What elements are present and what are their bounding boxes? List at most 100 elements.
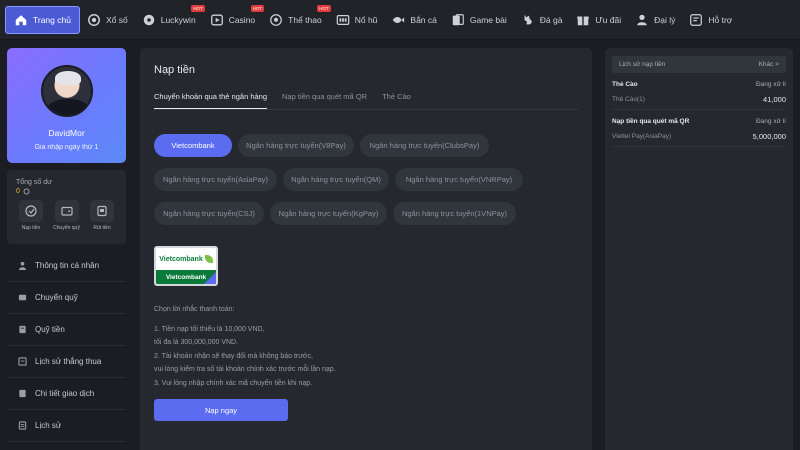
- nav-label: Đá gà: [539, 14, 563, 25]
- nav-item-sports[interactable]: Thể thao HOT: [262, 0, 331, 40]
- bank-option-1vnpay[interactable]: Ngân hàng trực tuyến(1VNPay): [393, 202, 516, 225]
- deposit-history-panel: Lịch sử nạp tiền Khác > Thẻ Cào Đang xử l…: [605, 48, 793, 450]
- bank-option-asiapay[interactable]: Ngân hàng trực tuyến(AsiaPay): [154, 168, 277, 191]
- bank-option-v8pay[interactable]: Ngân hàng trực tuyến(V8Pay): [238, 134, 354, 157]
- wallet-icon: [18, 294, 27, 301]
- tab-bank-transfer[interactable]: Chuyển khoản qua thẻ ngân hàng: [154, 90, 268, 109]
- lottery-icon: [88, 13, 100, 26]
- username: DavidMor: [48, 128, 85, 138]
- deposit-label: Nạp tiền: [21, 225, 41, 231]
- nav-item-fishing[interactable]: Bắn cá: [384, 0, 443, 40]
- fund-icon: [19, 325, 26, 334]
- history-detail: Thẻ Cào(1): [612, 96, 645, 103]
- nav-label: Trang chủ: [33, 14, 71, 25]
- menu-label: Quỹ tiền: [35, 325, 65, 334]
- nav-item-agent[interactable]: Đại lý: [628, 0, 682, 40]
- history-more-link[interactable]: Khác >: [759, 61, 779, 68]
- history-amount: 41,000: [763, 95, 786, 104]
- nav-label: Ưu đãi: [595, 14, 622, 25]
- payment-notes: Chọn lời nhắc thanh toán: 1. Tiền nạp tố…: [154, 303, 336, 390]
- history-entry[interactable]: Nạp tiền qua quét mã QR Đang xử lí Viette…: [612, 114, 786, 147]
- page-title: Nạp tiền: [154, 64, 195, 76]
- withdraw-label: Rút tiền: [93, 225, 111, 231]
- selected-check-icon: [204, 272, 216, 284]
- nav-label: Game bài: [469, 14, 507, 25]
- history-entry[interactable]: Thẻ Cào Đang xử lí Thẻ Cào(1) 41,000: [612, 77, 786, 110]
- top-navigation: Trang chủ Xổ số Luckywin HOT Casino HOT …: [0, 0, 800, 40]
- vietcombank-logo: Vietcombank: [156, 248, 216, 270]
- nav-item-luckywin[interactable]: Luckywin HOT: [135, 0, 205, 40]
- nav-label: Đại lý: [654, 14, 676, 25]
- note-line: 1. Tiền nạp tối thiểu là 10,000 VND,: [154, 325, 265, 333]
- support-icon: [690, 13, 703, 26]
- history-detail: Viettel Pay(AsiaPay): [612, 133, 672, 140]
- transfer-label: Chuyển quỹ: [53, 225, 80, 231]
- menu-item-profile[interactable]: Thông tin cá nhân: [7, 250, 126, 282]
- menu-item-transactions[interactable]: Chi tiết giao dịch: [7, 378, 126, 410]
- nav-item-casino[interactable]: Casino HOT: [203, 0, 265, 40]
- bank-option-qm[interactable]: Ngân hàng trực tuyến(QM): [283, 168, 389, 191]
- menu-item-history[interactable]: Lịch sử: [7, 410, 126, 442]
- balance-amount: 0: [16, 188, 20, 195]
- withdraw-action[interactable]: Rút tiền: [87, 200, 117, 231]
- balance-panel: Tổng số dư 0 Nạp tiền Chuyển quỹ Rút tiề…: [7, 170, 126, 244]
- bank-option-kgpay[interactable]: Ngân hàng trực tuyến(KgPay): [270, 202, 387, 225]
- bank-option-clubspay[interactable]: Ngân hàng trực tuyến(ClubsPay): [360, 134, 489, 157]
- account-menu: Thông tin cá nhân Chuyển quỹ Quỹ tiền Lị…: [7, 250, 126, 442]
- avatar[interactable]: [40, 65, 93, 117]
- home-icon: [15, 14, 27, 25]
- nav-item-cockfight[interactable]: Đá gà: [514, 0, 570, 40]
- deposit-panel: Nạp tiền Chuyển khoản qua thẻ ngân hàng …: [140, 48, 592, 450]
- nav-item-lottery[interactable]: Xổ số: [80, 0, 135, 40]
- vietcombank-card[interactable]: Vietcombank Vietcombank: [154, 246, 218, 286]
- refresh-icon[interactable]: [23, 188, 30, 195]
- rooster-icon: [524, 14, 532, 24]
- menu-label: Lịch sử: [35, 421, 62, 430]
- note-line: vui lòng kiểm tra số tài khoản chính xác…: [154, 366, 336, 373]
- nav-item-card-games[interactable]: Game bài: [444, 0, 514, 40]
- nav-label: Thể thao: [288, 14, 322, 25]
- gift-icon: [577, 16, 590, 25]
- deposit-now-button[interactable]: Nạp ngay: [154, 399, 288, 421]
- menu-item-transfer[interactable]: Chuyển quỹ: [7, 282, 126, 314]
- nav-label: Luckywin: [160, 14, 196, 25]
- deposit-action[interactable]: Nạp tiền: [16, 200, 46, 231]
- list-icon: [18, 421, 27, 430]
- slot-icon: [336, 14, 350, 25]
- menu-label: Chuyển quỹ: [35, 293, 78, 302]
- menu-label: Lịch sử thắng thua: [35, 357, 102, 366]
- history-amount: 5,000,000: [752, 132, 786, 141]
- menu-label: Chi tiết giao dịch: [35, 389, 95, 398]
- history-header: Lịch sử nạp tiền Khác >: [612, 56, 786, 73]
- bank-option-vietcombank[interactable]: Vietcombank: [154, 134, 232, 157]
- fish-icon: [393, 16, 405, 23]
- menu-label: Thông tin cá nhân: [35, 261, 100, 270]
- wallet-icon: [60, 206, 73, 216]
- user-icon: [18, 261, 27, 270]
- menu-item-fund[interactable]: Quỹ tiền: [7, 314, 126, 346]
- nav-item-slots[interactable]: Nổ hũ: [329, 0, 385, 40]
- balance-value: 0: [16, 188, 117, 195]
- luckywin-icon: [143, 14, 154, 25]
- nav-item-home[interactable]: Trang chủ: [5, 5, 80, 34]
- bank-option-csj[interactable]: Ngân hàng trực tuyến(CSJ): [154, 202, 264, 225]
- tab-qr-deposit[interactable]: Nạp tiền qua quét mã QR: [282, 90, 367, 109]
- nav-item-promotions[interactable]: Ưu đãi: [569, 0, 628, 40]
- history-icon: [18, 357, 27, 366]
- nav-item-support[interactable]: Hỗ trợ: [682, 0, 739, 40]
- tab-scratch-card[interactable]: Thẻ Cào: [382, 90, 411, 109]
- transactions-icon: [19, 389, 26, 398]
- bank-option-vnrpay[interactable]: Ngân hàng trực tuyến(VNRPay): [395, 168, 523, 191]
- soccer-ball-icon: [270, 13, 283, 26]
- menu-item-win-loss-history[interactable]: Lịch sử thắng thua: [7, 346, 126, 378]
- history-status: Đang xử lí: [755, 81, 786, 88]
- history-method: Nạp tiền qua quét mã QR: [612, 118, 690, 125]
- nav-label: Bắn cá: [410, 14, 437, 25]
- agent-icon: [637, 14, 647, 25]
- quick-actions: Nạp tiền Chuyển quỹ Rút tiền: [16, 200, 117, 231]
- history-method: Thẻ Cào: [612, 81, 638, 88]
- transfer-action[interactable]: Chuyển quỹ: [52, 200, 82, 231]
- history-status: Đang xử lí: [755, 118, 786, 125]
- note-line: 3. Vui lòng nhập chính xác mã chuyển tiề…: [154, 379, 313, 387]
- bank-options: Vietcombank Ngân hàng trực tuyến(V8Pay) …: [154, 134, 584, 236]
